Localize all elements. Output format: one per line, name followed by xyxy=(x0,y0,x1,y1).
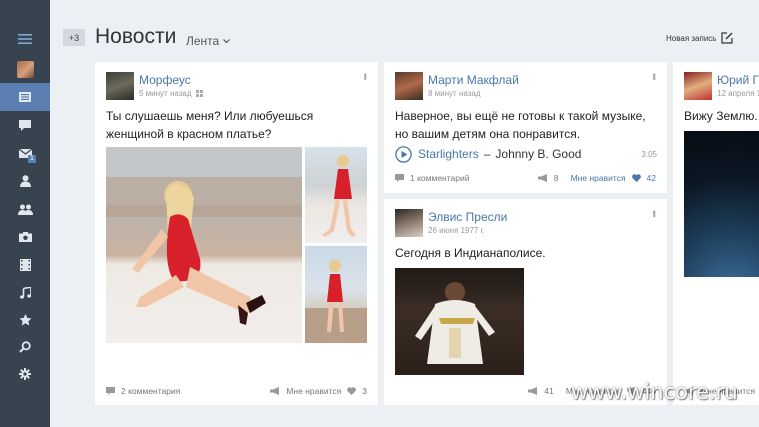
sidebar-item-music[interactable] xyxy=(0,279,50,307)
audio-track[interactable]: Starlighters – Johnny B. Good 3:05 xyxy=(395,144,657,164)
film-icon xyxy=(19,259,31,271)
comments-count[interactable]: 2 комментария xyxy=(121,386,180,396)
author-name[interactable]: Марти Макфлай xyxy=(428,73,519,87)
sidebar-item-settings[interactable] xyxy=(0,360,50,388)
track-title: Johnny B. Good xyxy=(495,147,582,161)
camera-icon xyxy=(18,232,32,242)
like-button[interactable]: Мне нравится xyxy=(571,173,626,183)
sidebar-item-menu[interactable] xyxy=(0,25,50,53)
post-photo[interactable] xyxy=(395,268,524,375)
user-avatar xyxy=(16,60,34,78)
more-options-icon[interactable]: ••• xyxy=(649,73,659,79)
post-card-morpheus: Морфеус 5 минут назад ••• Ты слушаешь ме… xyxy=(95,62,378,405)
author-avatar[interactable] xyxy=(395,209,423,237)
sidebar-item-news[interactable] xyxy=(0,83,50,111)
author-avatar[interactable] xyxy=(684,72,712,100)
search-icon xyxy=(19,341,31,353)
people-icon xyxy=(17,204,33,215)
chevron-down-icon xyxy=(223,38,231,43)
author-name[interactable]: Элвис Пресли xyxy=(428,210,507,224)
sidebar-item-comments[interactable] xyxy=(0,111,50,139)
gear-icon xyxy=(19,368,31,380)
post-text: Ты слушаешь меня? Или любуешься женщиной… xyxy=(106,109,314,141)
post-footer: 2 комментария Мне нравится 3 xyxy=(106,385,367,397)
newspaper-icon xyxy=(19,92,31,102)
post-footer: 1 комментарий 8 Мне нравится 42 xyxy=(395,172,656,184)
post-photo-main[interactable] xyxy=(106,147,302,343)
sidebar-item-search[interactable] xyxy=(0,333,50,361)
post-card-marty: Марти Макфлай 8 минут назад ••• Наверное… xyxy=(384,62,667,193)
speech-bubble-icon xyxy=(19,119,31,131)
post-time-text: 12 апреля 1961 г. xyxy=(717,89,759,98)
track-duration: 3:05 xyxy=(641,149,657,159)
reposts-count: 8 xyxy=(553,173,559,183)
share-megaphone-icon[interactable] xyxy=(270,387,280,395)
star-icon xyxy=(19,314,31,326)
feed-dropdown[interactable]: Лента xyxy=(186,34,231,48)
heart-icon[interactable] xyxy=(631,174,641,182)
comment-icon[interactable] xyxy=(395,174,404,182)
more-options-icon[interactable]: ••• xyxy=(360,73,370,79)
sidebar-item-groups[interactable] xyxy=(0,195,50,223)
watermark: www.wincore.ru xyxy=(571,380,738,404)
track-artist[interactable]: Starlighters xyxy=(418,147,479,161)
author-avatar[interactable] xyxy=(395,72,423,100)
music-note-icon xyxy=(19,287,31,299)
sidebar-item-photos[interactable] xyxy=(0,223,50,251)
post-time-text: 5 минут назад xyxy=(139,89,192,98)
post-time-text: 8 минут назад xyxy=(428,89,481,98)
sidebar: 1 xyxy=(0,0,50,427)
post-text: Сегодня в Индианаполисе. xyxy=(395,246,546,260)
sidebar-item-profile[interactable] xyxy=(0,55,50,83)
feed-dropdown-label: Лента xyxy=(186,34,220,48)
hamburger-menu-icon xyxy=(18,34,32,44)
likes-count: 42 xyxy=(646,173,656,183)
post-time: 12 апреля 1961 г. xyxy=(717,89,759,98)
post-card-gagarin: Юрий Гагарин 12 апреля 1961 г. Вижу Земл… xyxy=(673,62,759,405)
woman-in-red-dress-figure xyxy=(322,155,356,237)
post-photo-side-2[interactable] xyxy=(305,246,367,343)
sidebar-item-favorites[interactable] xyxy=(0,306,50,334)
woman-in-red-dress-figure xyxy=(305,260,367,343)
post-text: Вижу Землю. xyxy=(684,109,758,123)
author-avatar[interactable] xyxy=(106,72,134,100)
comment-icon[interactable] xyxy=(106,387,115,395)
author-name[interactable]: Юрий Гагарин xyxy=(717,73,759,87)
woman-in-red-dress-figure xyxy=(106,147,302,325)
post-photo-side-1[interactable] xyxy=(305,147,367,243)
windows-logo-icon xyxy=(195,90,203,97)
page-title: Новости xyxy=(95,25,177,48)
post-time: 8 минут назад xyxy=(428,89,481,98)
messages-badge: 1 xyxy=(28,155,36,163)
post-time-text: 26 июня 1977 г. xyxy=(428,226,485,235)
post-time: 26 июня 1977 г. xyxy=(428,226,485,235)
post-text: Наверное, вы ещё не готовы к такой музык… xyxy=(395,109,646,141)
likes-count: 3 xyxy=(362,386,367,396)
new-post-button[interactable]: Новая запись xyxy=(666,32,734,44)
author-name[interactable]: Морфеус xyxy=(139,73,191,87)
heart-icon[interactable] xyxy=(347,387,357,395)
play-icon[interactable] xyxy=(395,145,412,163)
reposts-count: 41 xyxy=(544,386,554,396)
sidebar-item-messages[interactable]: 1 xyxy=(0,139,50,167)
post-card-elvis: Элвис Пресли 26 июня 1977 г. ••• Сегодня… xyxy=(384,199,667,405)
new-items-count-badge[interactable]: +3 xyxy=(63,29,85,46)
like-button[interactable]: Мне нравится xyxy=(286,386,341,396)
post-photo-earth[interactable] xyxy=(684,131,759,277)
share-megaphone-icon[interactable] xyxy=(528,387,538,395)
new-post-label: Новая запись xyxy=(666,33,717,43)
track-separator: – xyxy=(483,147,491,161)
elvis-on-stage-figure xyxy=(415,282,495,364)
sidebar-item-friends[interactable] xyxy=(0,167,50,195)
compose-icon xyxy=(721,32,734,44)
person-icon xyxy=(19,175,31,187)
sidebar-item-videos[interactable] xyxy=(0,251,50,279)
comments-count[interactable]: 1 комментарий xyxy=(410,173,470,183)
share-megaphone-icon[interactable] xyxy=(537,174,548,182)
more-options-icon[interactable]: ••• xyxy=(649,210,659,216)
post-time: 5 минут назад xyxy=(139,89,203,98)
